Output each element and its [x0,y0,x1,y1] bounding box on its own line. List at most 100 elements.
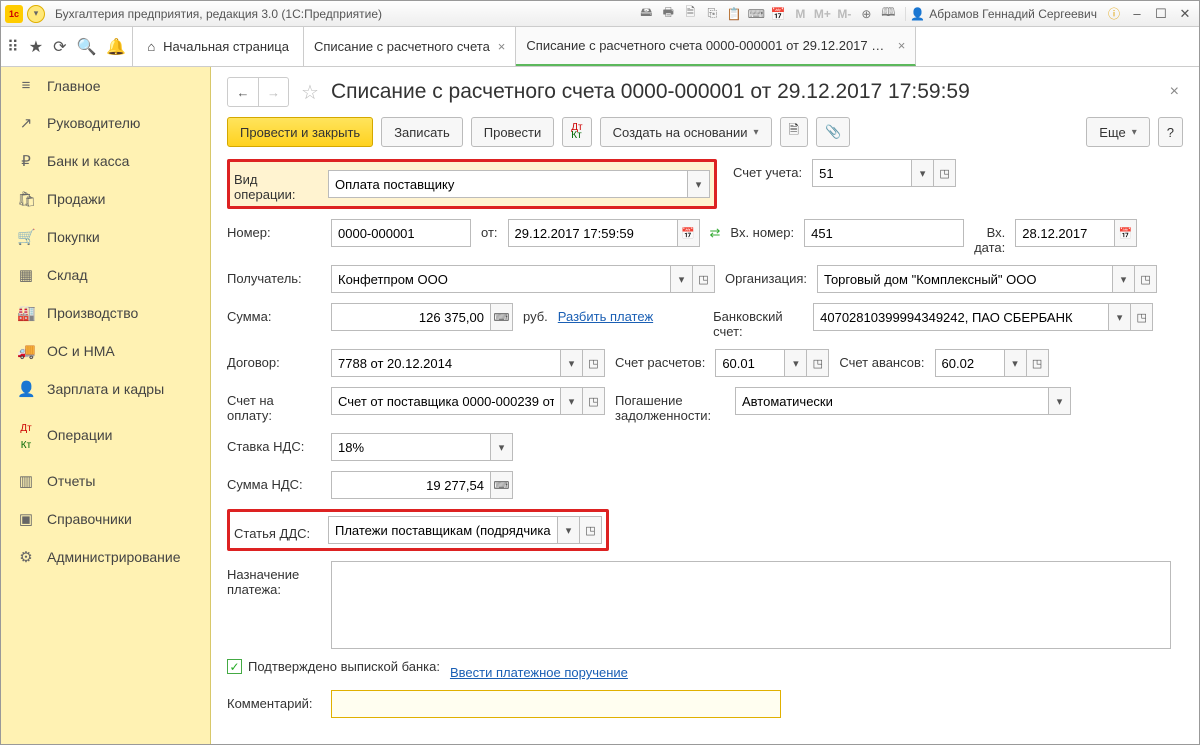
print-icon[interactable]: 🖶 [659,5,677,23]
calendar-icon[interactable]: 📅 [1115,219,1137,247]
open-icon[interactable]: ◳ [1135,265,1157,293]
sidebar-item-main[interactable]: ≡Главное [1,67,210,104]
close-page-button[interactable]: × [1170,83,1183,101]
org-input[interactable] [817,265,1113,293]
sidebar-item-admin[interactable]: ⚙Администрирование [1,538,210,576]
attach-button[interactable]: 📎 [816,117,850,147]
close-window-button[interactable]: ✕ [1175,5,1195,23]
maximize-button[interactable]: ☐ [1151,5,1171,23]
m-button[interactable]: M [791,5,809,23]
user-indicator[interactable]: 👤 Абрамов Геннадий Сергеевич [905,7,1101,21]
tab-spisanie-doc[interactable]: Списание с расчетного счета 0000-000001 … [516,27,916,66]
minimize-button[interactable]: – [1127,5,1147,23]
sidebar-item-purchases[interactable]: 🛒Покупки [1,218,210,256]
vat-rate-input[interactable] [331,433,491,461]
close-tab-icon[interactable]: × [498,39,506,54]
contract-input[interactable] [331,349,561,377]
m-minus-button[interactable]: M- [835,5,853,23]
m-plus-button[interactable]: M+ [813,5,831,23]
dropdown-icon[interactable]: ▾ [1005,349,1027,377]
apps-icon[interactable]: ⠿ [7,37,19,57]
help-button[interactable]: ? [1158,117,1183,147]
dropdown-icon[interactable]: ▾ [1109,303,1131,331]
history-icon[interactable]: ⟳ [53,37,66,57]
doc-button[interactable]: 🗎 [780,117,808,147]
recipient-input[interactable] [331,265,671,293]
post-button[interactable]: Провести [471,117,555,147]
dropdown-icon[interactable]: ▾ [491,433,513,461]
op-type-input[interactable] [328,170,688,198]
in-date-input[interactable] [1015,219,1115,247]
dropdown-icon[interactable]: ▾ [688,170,710,198]
in-number-input[interactable] [804,219,964,247]
advance-acc-input[interactable] [935,349,1005,377]
date-input[interactable] [508,219,678,247]
zoom-icon[interactable]: ⊕ [857,5,875,23]
book-icon[interactable]: 🕮 [879,5,897,23]
account-input[interactable] [812,159,912,187]
paste-icon[interactable]: 📋 [725,5,743,23]
search-icon[interactable]: 🔍 [76,37,96,57]
dropdown-icon[interactable]: ▾ [785,349,807,377]
forward-button[interactable]: → [258,78,288,106]
open-icon[interactable]: ◳ [1131,303,1153,331]
purpose-textarea[interactable] [331,561,1171,649]
open-icon[interactable]: ◳ [693,265,715,293]
split-payment-link[interactable]: Разбить платеж [558,303,653,324]
dropdown-icon[interactable]: ▾ [561,387,583,415]
tab-spisanie-list[interactable]: Списание с расчетного счета × [304,27,516,66]
open-icon[interactable]: ◳ [583,387,605,415]
open-icon[interactable]: ◳ [583,349,605,377]
sidebar-item-sales[interactable]: 🛍Продажи [1,180,210,218]
dds-input[interactable] [328,516,558,544]
sidebar-item-hr[interactable]: 👤Зарплата и кадры [1,370,210,408]
sum-input[interactable] [331,303,491,331]
open-icon[interactable]: ◳ [807,349,829,377]
dropdown-icon[interactable]: ▾ [1049,387,1071,415]
more-button[interactable]: Еще▾ [1086,117,1149,147]
sidebar-item-operations[interactable]: ДтКтОперации [1,408,210,462]
home-tab[interactable]: ⌂ Начальная страница [133,27,304,66]
sidebar-item-assets[interactable]: 🚚ОС и НМА [1,332,210,370]
dropdown-icon[interactable]: ▾ [912,159,934,187]
calc-icon[interactable]: ⌨ [491,471,513,499]
confirmed-checkbox[interactable]: ✓ Подтверждено выпиской банка: [227,659,440,674]
comment-input[interactable] [331,690,781,718]
number-input[interactable] [331,219,471,247]
pay-acc-input[interactable] [331,387,561,415]
dropdown-icon[interactable]: ▾ [558,516,580,544]
debt-input[interactable] [735,387,1049,415]
close-tab-icon[interactable]: × [898,38,906,53]
calendar-icon[interactable]: 📅 [678,219,700,247]
dtkr-button[interactable]: ДтКт [562,117,591,147]
calc-icon[interactable]: ⌨ [747,5,765,23]
copy-icon[interactable]: ⎘ [703,5,721,23]
settle-acc-input[interactable] [715,349,785,377]
sidebar-item-manager[interactable]: ↗Руководителю [1,104,210,142]
open-icon[interactable]: ◳ [934,159,956,187]
post-and-close-button[interactable]: Провести и закрыть [227,117,373,147]
back-button[interactable]: ← [228,78,258,106]
write-button[interactable]: Записать [381,117,463,147]
favorite-star-icon[interactable]: ☆ [295,80,325,105]
calc-icon[interactable]: ⌨ [491,303,513,331]
dropdown-icon[interactable]: ▾ [1113,265,1135,293]
open-icon[interactable]: ◳ [1027,349,1049,377]
info-icon[interactable]: ⓘ [1105,5,1123,23]
doc-icon[interactable]: 🗎 [681,5,699,23]
dropdown-icon[interactable]: ▾ [561,349,583,377]
star-icon[interactable]: ★ [29,37,43,57]
bell-icon[interactable]: 🔔 [106,37,126,57]
sidebar-item-warehouse[interactable]: ▦Склад [1,256,210,294]
create-based-button[interactable]: Создать на основании▾ [600,117,772,147]
vat-sum-input[interactable] [331,471,491,499]
bank-acc-input[interactable] [813,303,1109,331]
sidebar-item-catalogs[interactable]: ▣Справочники [1,500,210,538]
dropdown-icon[interactable]: ▾ [671,265,693,293]
dropdown-icon[interactable]: ▾ [27,5,45,23]
sidebar-item-bank[interactable]: ₽Банк и касса [1,142,210,180]
sidebar-item-production[interactable]: 🏭Производство [1,294,210,332]
enter-payment-order-link[interactable]: Ввести платежное поручение [450,659,628,680]
open-icon[interactable]: ◳ [580,516,602,544]
print-preview-icon[interactable]: 🖴 [637,5,655,23]
